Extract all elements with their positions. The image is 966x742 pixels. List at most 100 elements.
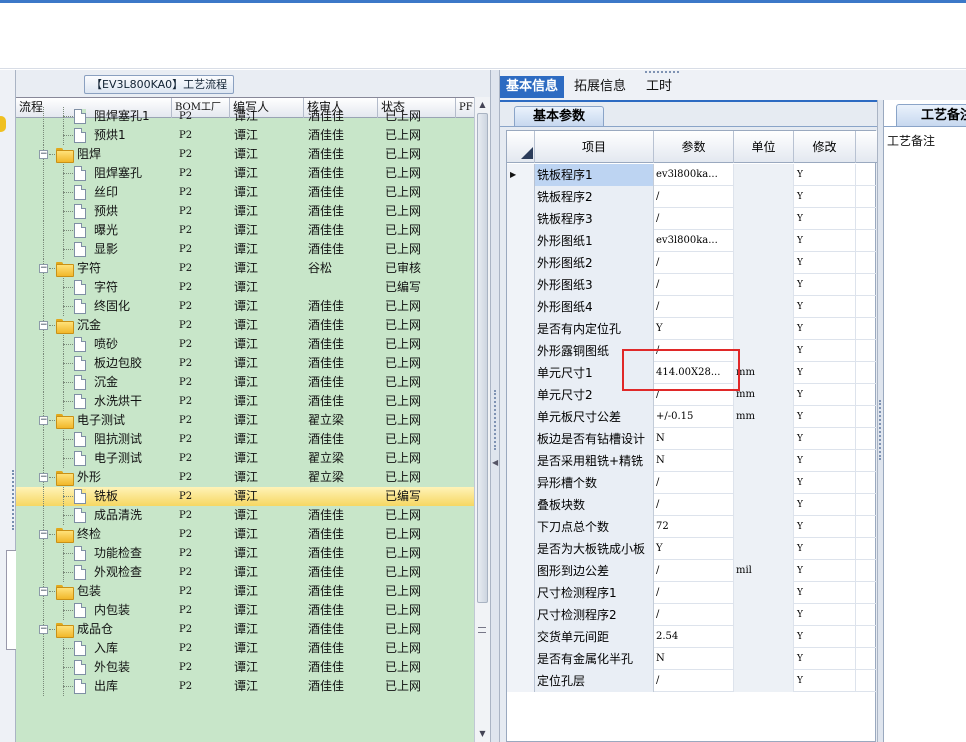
tree-leaf-row[interactable]: 阻焊塞孔 P2 谭江 酒佳佳 已上网 [16,164,474,183]
tree-leaf-row[interactable]: 沉金 P2 谭江 酒佳佳 已上网 [16,373,474,392]
param-row[interactable]: 是否有内定位孔 Y Y [507,318,877,340]
param-value[interactable]: / [654,186,734,208]
param-unit[interactable] [734,670,794,692]
param-modify[interactable]: Y [794,340,856,362]
tree-group-row[interactable]: − 外形 P2 谭江 翟立梁 已上网 [16,468,474,487]
param-modify[interactable]: Y [794,230,856,252]
param-modify[interactable]: Y [794,494,856,516]
param-unit[interactable] [734,186,794,208]
param-unit[interactable] [734,516,794,538]
param-row[interactable]: 铣板程序3/ Y [507,208,877,230]
param-modify[interactable]: Y [794,318,856,340]
param-row[interactable]: ▶ 铣板程序1 ev3l800ka... Y [507,164,877,186]
param-row[interactable]: 定位孔层 / Y [507,670,877,692]
param-unit[interactable] [734,648,794,670]
param-unit[interactable]: mil [734,560,794,582]
param-row[interactable]: 板边是否有钻槽设计 N Y [507,428,877,450]
tree-leaf-row[interactable]: 水洗烘干 P2 谭江 酒佳佳 已上网 [16,392,474,411]
param-modify[interactable]: Y [794,670,856,692]
param-modify[interactable]: Y [794,648,856,670]
tree-leaf-row[interactable]: 预烘 P2 谭江 酒佳佳 已上网 [16,202,474,221]
param-modify[interactable]: Y [794,472,856,494]
param-unit[interactable] [734,626,794,648]
minus-box-icon[interactable]: − [39,625,48,634]
row-indicator[interactable] [507,560,535,582]
tree-group-row[interactable]: − 成品仓 P2 谭江 酒佳佳 已上网 [16,620,474,639]
tree-group-row[interactable]: − 沉金 P2 谭江 酒佳佳 已上网 [16,316,474,335]
param-row[interactable]: 外形图纸3/ Y [507,274,877,296]
params-grid[interactable]: 项目 参数 单位 修改 ▶ 铣板程序1 ev3l800ka... Y 铣板程序2/Y 铣板… [506,130,877,742]
param-modify[interactable]: Y [794,186,856,208]
row-indicator[interactable] [507,582,535,604]
left-collapsed-panel[interactable] [0,70,16,742]
row-indicator[interactable] [507,362,535,384]
tree-leaf-row[interactable]: 预烘1 P2 谭江 酒佳佳 已上网 [16,126,474,145]
param-modify[interactable]: Y [794,406,856,428]
row-indicator[interactable] [507,274,535,296]
minus-box-icon[interactable]: − [39,587,48,596]
header-corner[interactable] [507,131,535,163]
tree-leaf-row[interactable]: 内包装 P2 谭江 酒佳佳 已上网 [16,601,474,620]
param-unit[interactable] [734,230,794,252]
minus-box-icon[interactable]: − [39,321,48,330]
row-indicator[interactable] [507,318,535,340]
param-value[interactable]: / [654,494,734,516]
collapse-arrow-icon[interactable]: ◀ [492,458,498,467]
param-unit[interactable] [734,604,794,626]
param-modify[interactable]: Y [794,384,856,406]
param-unit[interactable] [734,318,794,340]
tab-process-notes[interactable]: 工艺备注 [896,104,966,126]
tree-scrollbar[interactable]: ▲ ▼ [474,97,490,742]
minus-box-icon[interactable]: − [39,150,48,159]
param-modify[interactable]: Y [794,450,856,472]
tree-leaf-row[interactable]: 外包装 P2 谭江 酒佳佳 已上网 [16,658,474,677]
param-unit[interactable] [734,494,794,516]
row-indicator[interactable]: ▶ [507,164,535,186]
tab-work-hours[interactable]: 工时 [640,76,678,98]
param-value[interactable]: Y [654,538,734,560]
panel-splitter[interactable]: ◀ [490,70,500,742]
param-value[interactable]: ev3l800ka... [654,164,734,186]
param-row[interactable]: 图形到边公差 / mil Y [507,560,877,582]
tree-leaf-row[interactable]: 喷砂 P2 谭江 酒佳佳 已上网 [16,335,474,354]
tree-leaf-row[interactable]: 显影 P2 谭江 酒佳佳 已上网 [16,240,474,259]
tree-leaf-row[interactable]: 字符 P2 谭江 已编写 [16,278,474,297]
col-modify[interactable]: 修改 [794,131,856,163]
row-indicator[interactable] [507,208,535,230]
col-param[interactable]: 参数 [654,131,734,163]
param-row[interactable]: 尺寸检测程序2/ Y [507,604,877,626]
row-indicator[interactable] [507,406,535,428]
param-value[interactable]: / [654,670,734,692]
tab-extended-info[interactable]: 拓展信息 [568,76,632,98]
param-unit[interactable] [734,538,794,560]
param-unit[interactable] [734,582,794,604]
param-modify[interactable]: Y [794,274,856,296]
param-row[interactable]: 是否为大板铣成小板 Y Y [507,538,877,560]
minus-box-icon[interactable]: − [39,264,48,273]
param-unit[interactable] [734,296,794,318]
tree-group-row[interactable]: − 终检 P2 谭江 酒佳佳 已上网 [16,525,474,544]
col-unit[interactable]: 单位 [734,131,794,163]
param-value[interactable]: +/-0.15 [654,406,734,428]
row-indicator[interactable] [507,384,535,406]
row-indicator[interactable] [507,340,535,362]
param-unit[interactable] [734,428,794,450]
param-row[interactable]: 交货单元间距 2.54 Y [507,626,877,648]
param-value[interactable]: / [654,252,734,274]
param-unit[interactable]: mm [734,362,794,384]
param-unit[interactable] [734,450,794,472]
param-value[interactable]: / [654,274,734,296]
row-indicator[interactable] [507,472,535,494]
param-modify[interactable]: Y [794,164,856,186]
param-modify[interactable]: Y [794,208,856,230]
param-row[interactable]: 叠板块数 / Y [507,494,877,516]
param-value[interactable]: N [654,450,734,472]
param-modify[interactable]: Y [794,252,856,274]
row-indicator[interactable] [507,252,535,274]
param-value[interactable]: 2.54 [654,626,734,648]
tree-leaf-row[interactable]: 阻焊塞孔1 P2 谭江 酒佳佳 已上网 [16,107,474,126]
param-value[interactable]: N [654,428,734,450]
tab-basic-params[interactable]: 基本参数 [514,106,604,126]
param-row[interactable]: 是否采用粗铣+精铣 N Y [507,450,877,472]
param-unit[interactable] [734,252,794,274]
